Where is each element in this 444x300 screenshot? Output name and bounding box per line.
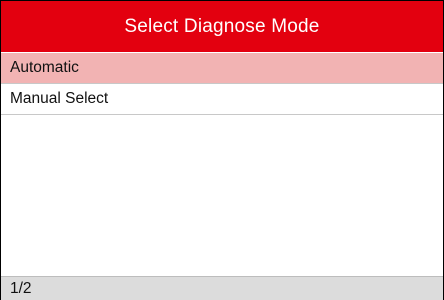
menu-item-manual-select[interactable]: Manual Select <box>1 84 443 115</box>
title-bar: Select Diagnose Mode <box>1 1 443 52</box>
status-bar: 1/2 <box>1 276 443 300</box>
menu-list: Automatic Manual Select <box>1 53 443 115</box>
menu-item-label: Automatic <box>10 59 79 76</box>
page-indicator: 1/2 <box>10 280 32 297</box>
menu-item-label: Manual Select <box>10 90 109 107</box>
menu-item-automatic[interactable]: Automatic <box>1 53 443 84</box>
page-title: Select Diagnose Mode <box>124 15 320 37</box>
diagnose-screen: Select Diagnose Mode Automatic Manual Se… <box>0 0 444 300</box>
